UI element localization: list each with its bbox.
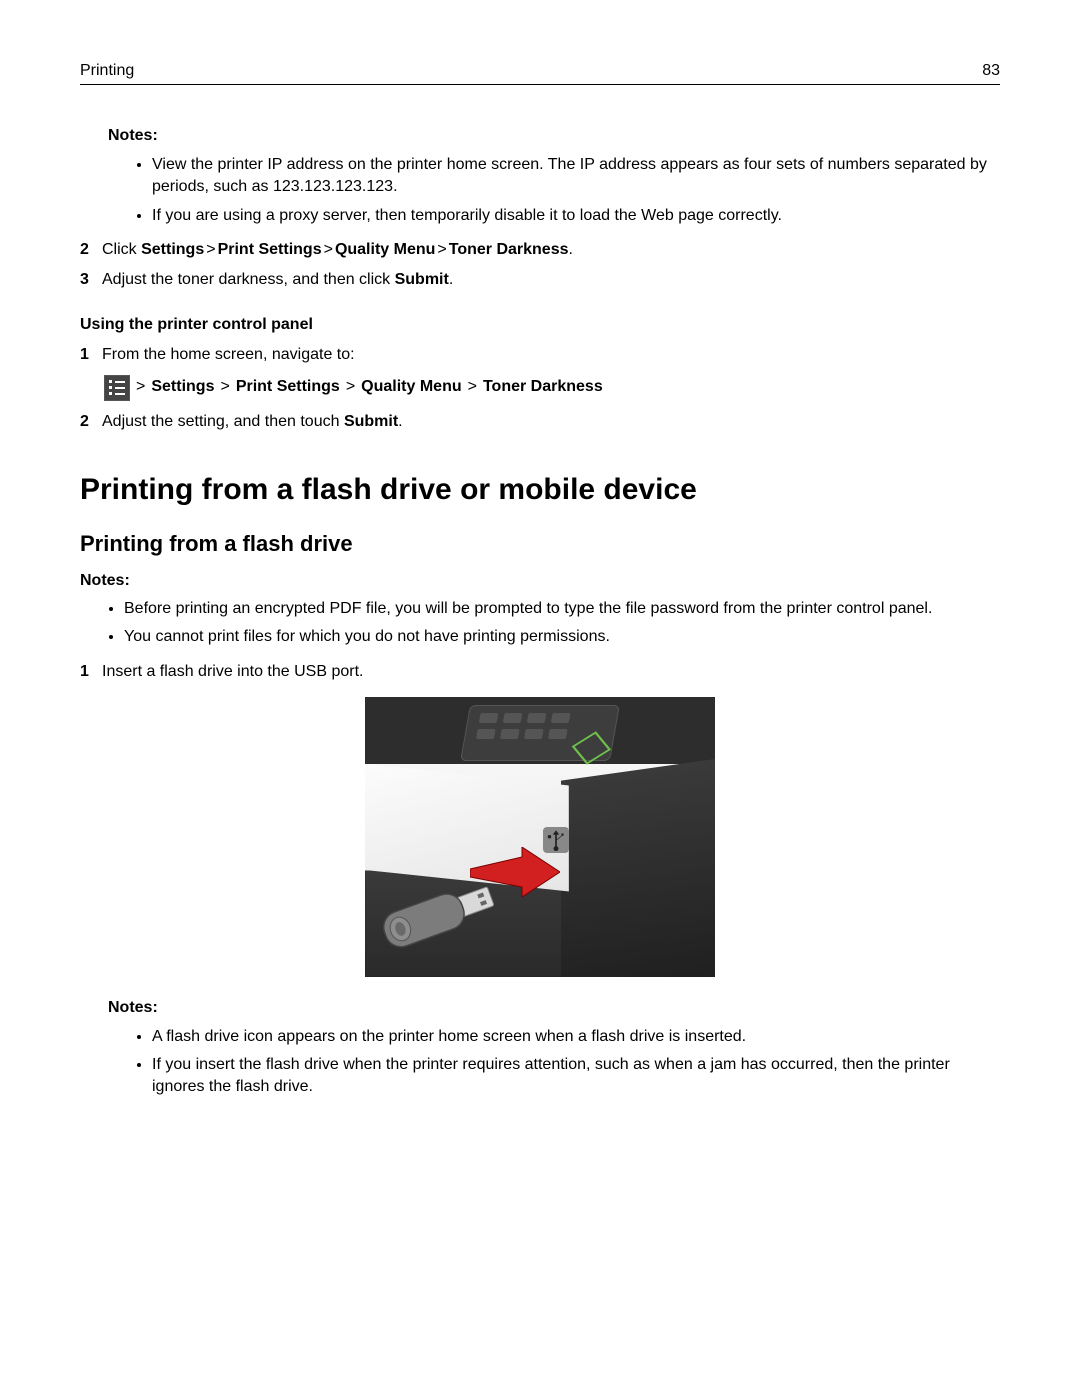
step-text: Adjust the setting, and then touch Submi… xyxy=(102,411,1000,433)
note-item: If you are using a proxy server, then te… xyxy=(152,205,1000,227)
page-header: Printing 83 xyxy=(80,60,1000,85)
notes-label: Notes: xyxy=(108,997,1000,1019)
nav-item: Print Settings xyxy=(236,376,340,398)
subsection-heading: Printing from a flash drive xyxy=(80,529,1000,560)
notes-list: A flash drive icon appears on the printe… xyxy=(152,1026,1000,1099)
step-pre: Adjust the setting, and then touch xyxy=(102,413,344,430)
step-text: Adjust the toner darkness, and then clic… xyxy=(102,269,1000,291)
step-item: 3 Adjust the toner darkness, and then cl… xyxy=(80,269,1000,291)
step-post: . xyxy=(398,413,402,430)
header-section-title: Printing xyxy=(80,60,134,82)
step-pre: Click xyxy=(102,241,141,258)
nav-item: Toner Darkness xyxy=(449,241,569,258)
note-item: If you insert the flash drive when the p… xyxy=(152,1054,1000,1099)
submit-word: Submit xyxy=(395,271,449,288)
section-heading: Printing from a flash drive or mobile de… xyxy=(80,469,1000,511)
nav-item: Quality Menu xyxy=(361,376,461,398)
step-number: 2 xyxy=(80,239,102,261)
step-item: 2 Adjust the setting, and then touch Sub… xyxy=(80,411,1000,433)
step-item: 2 Click Settings>Print Settings>Quality … xyxy=(80,239,1000,261)
gt-separator: > xyxy=(346,376,355,398)
submit-word: Submit xyxy=(344,413,398,430)
step-text: From the home screen, navigate to: xyxy=(102,344,1000,366)
nav-item: Settings xyxy=(151,376,214,398)
step-number: 3 xyxy=(80,269,102,291)
step-pre: Adjust the toner darkness, and then clic… xyxy=(102,271,395,288)
step-text: Insert a flash drive into the USB port. xyxy=(102,661,1000,683)
note-item: Before printing an encrypted PDF file, y… xyxy=(124,598,1000,620)
flash-drive-icon xyxy=(365,877,525,957)
step-post: . xyxy=(568,241,572,258)
step-post: . xyxy=(449,271,453,288)
control-panel-nav-path: > Settings > Print Settings > Quality Me… xyxy=(104,375,1000,401)
gt-separator: > xyxy=(220,376,229,398)
step-number: 1 xyxy=(80,661,102,683)
note-item: A flash drive icon appears on the printe… xyxy=(152,1026,1000,1048)
note-item: You cannot print files for which you do … xyxy=(124,626,1000,648)
notes-list: Before printing an encrypted PDF file, y… xyxy=(124,598,1000,649)
note-item: View the printer IP address on the print… xyxy=(152,154,1000,199)
notes-label: Notes: xyxy=(108,125,1000,147)
nav-item: Toner Darkness xyxy=(483,376,603,398)
minor-heading: Using the printer control panel xyxy=(80,314,1000,336)
step-item: 1 From the home screen, navigate to: xyxy=(80,344,1000,366)
gt-separator: > xyxy=(136,376,145,398)
gt-separator: > xyxy=(468,376,477,398)
nav-item: Print Settings xyxy=(218,241,322,258)
nav-item: Settings xyxy=(141,241,204,258)
notes-label: Notes: xyxy=(80,570,1000,592)
step-text: Click Settings>Print Settings>Quality Me… xyxy=(102,239,1000,261)
menu-list-icon xyxy=(104,375,130,401)
notes-list: View the printer IP address on the print… xyxy=(152,154,1000,227)
step-item: 1 Insert a flash drive into the USB port… xyxy=(80,661,1000,683)
page-number: 83 xyxy=(982,60,1000,82)
nav-item: Quality Menu xyxy=(335,241,435,258)
step-number: 2 xyxy=(80,411,102,433)
printer-usb-figure xyxy=(365,697,715,977)
step-number: 1 xyxy=(80,344,102,366)
